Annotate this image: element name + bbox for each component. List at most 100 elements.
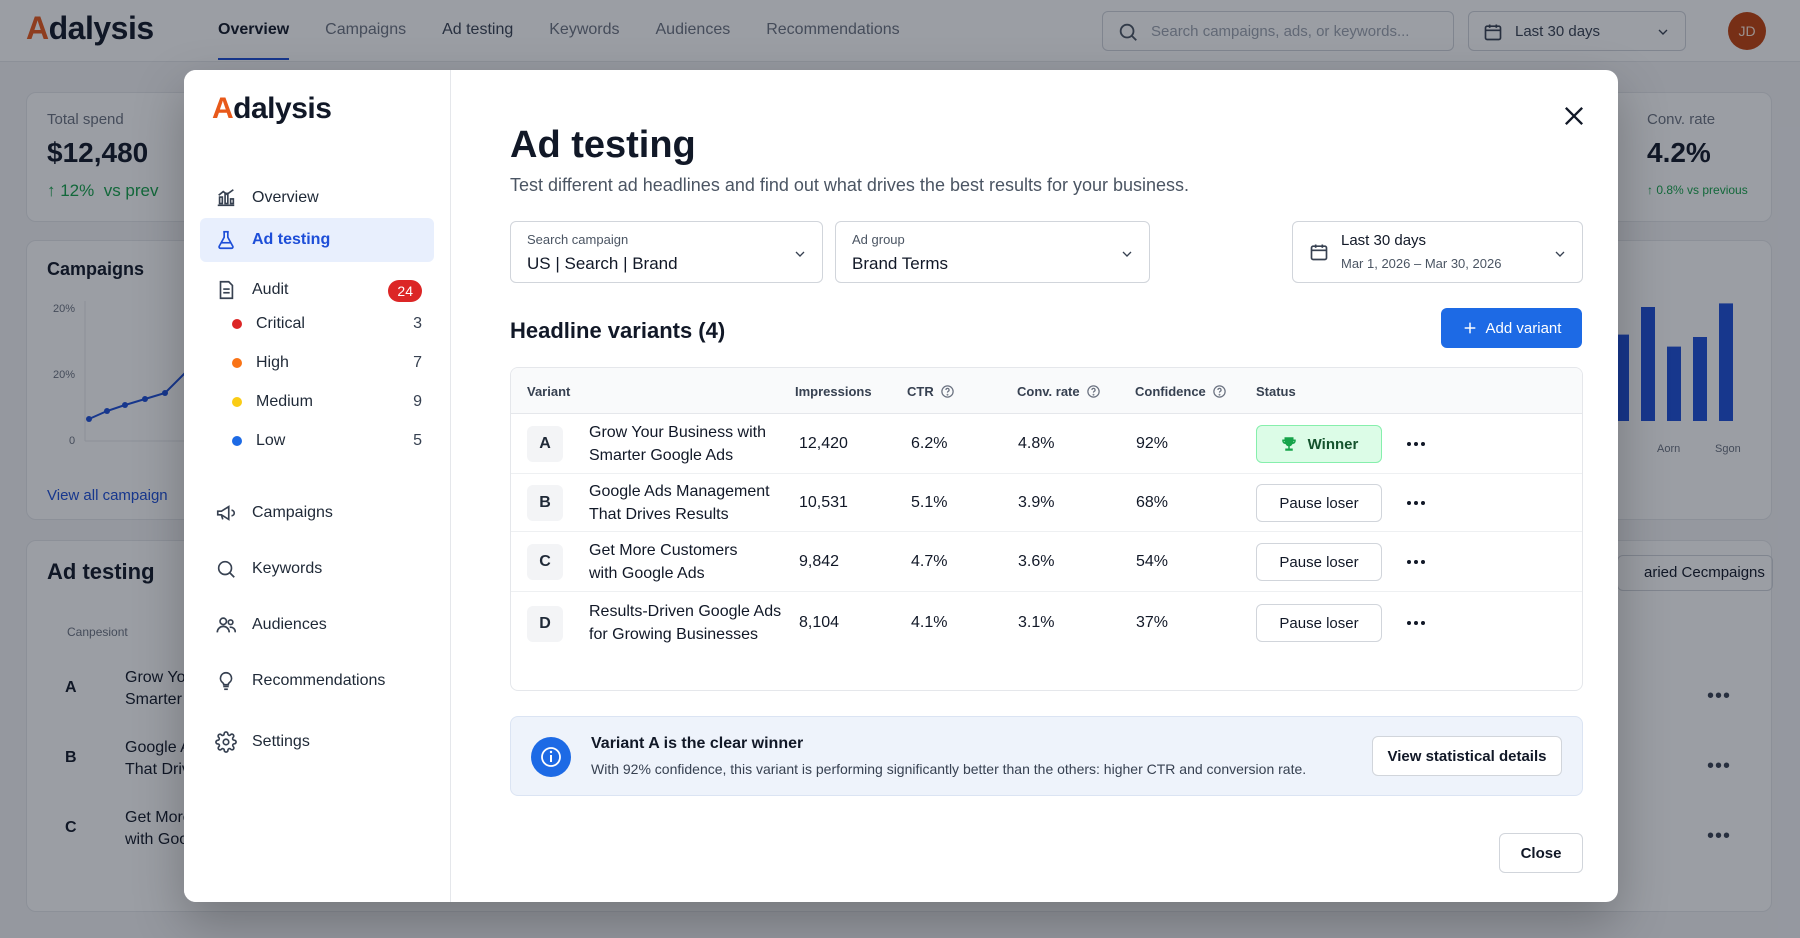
close-button[interactable]: Close [1499, 833, 1583, 873]
confidence-value: 68% [1136, 494, 1169, 511]
column-impressions[interactable]: Impressions [795, 384, 872, 399]
column-status[interactable]: Status [1256, 384, 1296, 399]
ad-group-select-value: Brand Terms [852, 254, 949, 273]
sidebar-item-campaigns[interactable]: Campaigns [200, 491, 434, 535]
lightbulb-icon [219, 671, 233, 691]
users-icon [216, 617, 236, 633]
sidebar-item-overview[interactable]: Overview [200, 176, 434, 220]
sidebar-item-audiences[interactable]: Audiences [200, 603, 434, 647]
audit-count-badge: 24 [388, 280, 422, 302]
conv-rate-value: 4.8% [1018, 435, 1055, 452]
trophy-icon [1281, 437, 1296, 451]
table-row[interactable]: A Grow Your Business with Smarter Google … [511, 414, 1582, 474]
confidence-value: 54% [1136, 553, 1169, 570]
ad-testing-modal: Adalysis Overview Ad testing Audit 24 Cr… [184, 70, 1618, 902]
campaign-select-value: US | Search | Brand [527, 254, 678, 273]
conv-rate-value: 3.6% [1018, 553, 1055, 570]
impressions-value: 12,420 [799, 435, 848, 452]
sidebar-item-ad-testing[interactable]: Ad testing [200, 218, 434, 262]
variant-letter: B [527, 485, 563, 521]
severity-medium[interactable]: Medium 9 [232, 390, 422, 414]
winner-badge: Winner [1256, 425, 1382, 463]
sidebar-item-label: Audit [252, 281, 289, 298]
variant-headline: Google Ads Management That Drives Results [589, 483, 770, 523]
help-icon[interactable] [1212, 384, 1227, 399]
plus-icon [1464, 322, 1475, 334]
column-confidence[interactable]: Confidence [1135, 384, 1227, 399]
winner-insight-banner: Variant A is the clear winner With 92% c… [510, 716, 1583, 796]
severity-low[interactable]: Low 5 [232, 429, 422, 453]
more-options-icon[interactable] [1406, 618, 1426, 628]
pause-loser-button[interactable]: Pause loser [1256, 484, 1382, 522]
date-range-select[interactable]: Last 30 days Mar 1, 2026 – Mar 30, 2026 [1292, 221, 1583, 283]
ad-group-select-label: Ad group [852, 232, 905, 247]
sidebar-item-label: Settings [252, 733, 310, 750]
close-icon[interactable] [1560, 102, 1588, 130]
table-row[interactable]: C Get More Customers with Google Ads 9,84… [511, 532, 1582, 592]
sidebar-item-label: Overview [252, 189, 319, 206]
ctr-value: 5.1% [911, 494, 948, 511]
bar-chart-icon [217, 189, 235, 207]
table-row[interactable]: B Google Ads Management That Drives Resul… [511, 474, 1582, 532]
megaphone-icon [216, 505, 236, 521]
help-icon[interactable] [1086, 384, 1101, 399]
severity-dot [232, 436, 242, 446]
document-icon [219, 280, 234, 300]
pause-loser-button[interactable]: Pause loser [1256, 604, 1382, 642]
page-subtitle: Test different ad headlines and find out… [510, 175, 1190, 195]
confidence-value: 37% [1136, 614, 1169, 631]
severity-dot [232, 319, 242, 329]
chevron-down-icon [795, 251, 805, 257]
sidebar-item-settings[interactable]: Settings [200, 720, 434, 764]
more-options-icon[interactable] [1406, 439, 1426, 449]
sidebar-item-keywords[interactable]: Keywords [200, 547, 434, 591]
add-variant-button[interactable]: Add variant [1441, 308, 1582, 348]
impressions-value: 8,104 [799, 614, 840, 631]
sidebar-item-label: Audiences [252, 616, 327, 633]
campaign-select[interactable]: Search campaign US | Search | Brand [510, 221, 823, 283]
column-variant[interactable]: Variant [527, 384, 570, 399]
sidebar-item-recommendations[interactable]: Recommendations [200, 659, 434, 703]
insight-body: With 92% confidence, this variant is per… [591, 761, 1307, 777]
sidebar-item-label: Ad testing [252, 231, 331, 248]
variants-table: Variant Impressions CTR Conv. rate Confi… [510, 367, 1583, 691]
ad-group-select[interactable]: Ad group Brand Terms [835, 221, 1150, 283]
table-row[interactable]: D Results-Driven Google Ads for Growing B… [511, 592, 1582, 654]
view-statistical-details-button[interactable]: View statistical details [1372, 736, 1562, 776]
modal-content: Ad testing Test different ad headlines a… [451, 70, 1618, 902]
sidebar-item-label: Keywords [252, 560, 323, 577]
flask-icon [218, 230, 234, 250]
table-header: Variant Impressions CTR Conv. rate Confi… [511, 368, 1582, 414]
ctr-value: 4.1% [911, 614, 948, 631]
impressions-value: 10,531 [799, 494, 848, 511]
variant-letter: A [527, 426, 563, 462]
info-icon [531, 737, 571, 777]
sidebar-item-label: Campaigns [252, 504, 333, 521]
variant-headline: Get More Customers with Google Ads [589, 542, 738, 582]
date-range-label: Last 30 days [1341, 232, 1427, 249]
more-options-icon[interactable] [1406, 498, 1426, 508]
column-conv-rate[interactable]: Conv. rate [1017, 384, 1101, 399]
modal-sidebar: Adalysis Overview Ad testing Audit 24 Cr… [184, 70, 451, 902]
date-range-value: Mar 1, 2026 – Mar 30, 2026 [1341, 256, 1502, 271]
variant-letter: D [527, 606, 563, 642]
severity-dot [232, 358, 242, 368]
variant-headline: Results-Driven Google Ads for Growing Bus… [589, 603, 782, 643]
calendar-icon [1310, 244, 1328, 261]
severity-critical[interactable]: Critical 3 [232, 312, 422, 336]
variant-letter: C [527, 544, 563, 580]
variant-headline: Grow Your Business with Smarter Google Ad… [589, 424, 766, 464]
more-options-icon[interactable] [1406, 557, 1426, 567]
confidence-value: 92% [1136, 435, 1169, 452]
page-title: Ad testing [510, 124, 696, 166]
severity-high[interactable]: High 7 [232, 351, 422, 375]
conv-rate-value: 3.9% [1018, 494, 1055, 511]
column-ctr[interactable]: CTR [907, 384, 955, 399]
help-icon[interactable] [940, 384, 955, 399]
ctr-value: 6.2% [911, 435, 948, 452]
pause-loser-button[interactable]: Pause loser [1256, 543, 1382, 581]
add-variant-label: Add variant [1485, 319, 1562, 337]
sidebar-item-audit[interactable]: Audit 24 [200, 268, 434, 312]
sidebar-item-label: Recommendations [252, 672, 386, 689]
search-icon [217, 560, 235, 578]
